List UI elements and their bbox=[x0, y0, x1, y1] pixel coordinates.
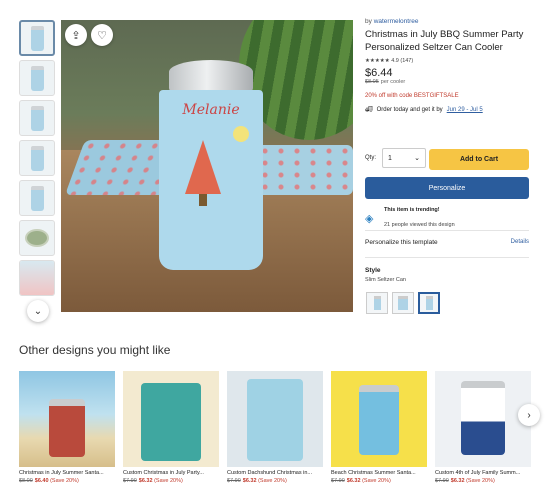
diamond-icon: ◈ bbox=[365, 213, 374, 225]
can-personalized-name: Melanie bbox=[182, 102, 240, 118]
quantity-row: Qty: 1 ⌄ bbox=[365, 148, 427, 168]
personalize-button[interactable]: Personalize bbox=[365, 177, 529, 199]
divider bbox=[365, 230, 529, 231]
ship-date-link[interactable]: Jun 29 - Jul 5 bbox=[447, 107, 483, 113]
style-swatch-2[interactable] bbox=[392, 292, 414, 314]
heart-icon: ♡ bbox=[97, 29, 107, 42]
recommendation-image bbox=[227, 371, 323, 467]
personalize-template-row: Personalize this template Details bbox=[365, 239, 529, 246]
recommendation-card[interactable]: Custom Christmas in July Party... $7.90 $… bbox=[123, 371, 219, 484]
main-product-image[interactable]: Melanie ⇪ ♡ bbox=[61, 20, 353, 312]
recommendation-image bbox=[435, 371, 531, 467]
seller-link[interactable]: watermelontree bbox=[374, 18, 419, 25]
recommendation-card[interactable]: Christmas in July Summer Santa... $8.00 $… bbox=[19, 371, 115, 484]
recommendation-card[interactable]: Beach Christmas Summer Santa... $7.90 $6.… bbox=[331, 371, 427, 484]
thumbnail-5[interactable] bbox=[19, 180, 55, 216]
style-label: Style bbox=[365, 267, 381, 274]
recommendations-carousel: Christmas in July Summer Santa... $8.00 $… bbox=[19, 371, 531, 484]
share-icon: ⇪ bbox=[71, 29, 81, 42]
favorite-button[interactable]: ♡ bbox=[91, 24, 113, 46]
chevron-down-icon: ⌄ bbox=[33, 305, 43, 317]
thumbnail-strip bbox=[19, 20, 57, 300]
details-link[interactable]: Details bbox=[511, 239, 529, 246]
thumbnail-6[interactable] bbox=[19, 220, 55, 256]
add-to-cart-button[interactable]: Add to Cart bbox=[429, 149, 529, 170]
seller-line: by watermelontree bbox=[365, 18, 419, 25]
rating[interactable]: ★★★★★ 4.9 (147) bbox=[365, 58, 530, 64]
can-cooler: Melanie bbox=[159, 60, 263, 270]
price: $6.44 bbox=[365, 67, 393, 79]
style-swatches bbox=[366, 292, 440, 314]
shipping-estimate: 🚚︎ Order today and get it by Jun 29 - Ju… bbox=[365, 106, 483, 114]
recommendation-image bbox=[19, 371, 115, 467]
recommendation-image bbox=[123, 371, 219, 467]
style-swatch-3[interactable] bbox=[418, 292, 440, 314]
promo-text: 20% off with code BESTGIFTSALE bbox=[365, 93, 459, 99]
thumbnail-4[interactable] bbox=[19, 140, 55, 176]
trending-notice: ◈ This item is trending! 21 people viewed… bbox=[365, 207, 455, 228]
thumbnails-scroll-down-button[interactable]: ⌄ bbox=[27, 300, 49, 322]
thumbnail-7[interactable] bbox=[19, 260, 55, 296]
carousel-next-button[interactable]: › bbox=[518, 404, 540, 426]
thumbnail-3[interactable] bbox=[19, 100, 55, 136]
quantity-select[interactable]: 1 ⌄ bbox=[382, 148, 427, 168]
style-swatch-1[interactable] bbox=[366, 292, 388, 314]
product-title: Christmas in July BBQ Summer Party Perso… bbox=[365, 29, 524, 53]
truck-icon: 🚚︎ bbox=[365, 107, 373, 113]
recommendation-card[interactable]: Custom 4th of July Family Summ... $7.90 $… bbox=[435, 371, 531, 484]
divider bbox=[365, 257, 529, 258]
chevron-down-icon: ⌄ bbox=[414, 155, 421, 162]
share-button[interactable]: ⇪ bbox=[65, 24, 87, 46]
watermelon-tree-graphic bbox=[185, 140, 221, 194]
style-value: Slim Seltzer Can bbox=[365, 277, 406, 283]
recommendation-card[interactable]: Custom Dachshund Christmas in... $7.90 $6… bbox=[227, 371, 323, 484]
thumbnail-2[interactable] bbox=[19, 60, 55, 96]
product-page: ⌄ Melanie ⇪ ♡ by watermelontree Christma… bbox=[0, 0, 554, 500]
thumbnail-1[interactable] bbox=[19, 20, 55, 56]
product-info: by watermelontree Christmas in July BBQ … bbox=[365, 18, 530, 113]
rating-stars: ★★★★★ bbox=[365, 58, 390, 64]
original-price: $8.05 per cooler bbox=[365, 79, 406, 85]
recommendation-image bbox=[331, 371, 427, 467]
recommendations-title: Other designs you might like bbox=[19, 343, 171, 357]
chevron-right-icon: › bbox=[527, 409, 531, 421]
